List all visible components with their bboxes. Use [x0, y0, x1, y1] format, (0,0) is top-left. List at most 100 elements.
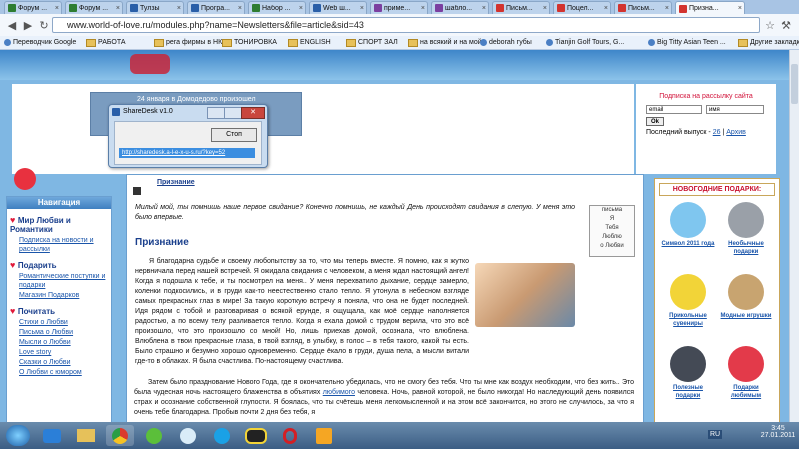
- tab-close-icon[interactable]: ×: [543, 5, 547, 12]
- bookmark[interactable]: Другие закладки: [738, 36, 799, 49]
- gadget-icon: [670, 346, 706, 382]
- tab-close-icon[interactable]: ×: [738, 5, 742, 12]
- bookmark[interactable]: Big Titty Asian Teen ...: [648, 36, 726, 49]
- gift-item[interactable]: Необычные подарки: [719, 202, 773, 256]
- tab[interactable]: Тулзы ×: [126, 1, 184, 14]
- reload-icon[interactable]: ↻: [36, 17, 52, 33]
- nav-link[interactable]: Мысли о Любви: [7, 337, 111, 347]
- bookmark[interactable]: ENGLISH: [288, 36, 331, 49]
- clock[interactable]: 3:45 27.01.2011: [760, 425, 796, 439]
- news-banner-text: 24 января в Домодедово произошел: [137, 96, 256, 103]
- tab[interactable]: Письм... ×: [492, 1, 550, 14]
- bookmark[interactable]: СПОРТ ЗАЛ: [346, 36, 398, 49]
- tab-close-icon[interactable]: ×: [665, 5, 669, 12]
- gift-label: Необычные подарки: [728, 241, 764, 255]
- address-url: www.world-of-love.ru/modules.php?name=Ne…: [67, 20, 364, 30]
- forward-icon[interactable]: ▶: [20, 17, 36, 33]
- couple-photo: [475, 263, 575, 327]
- archive-link[interactable]: Архив: [726, 129, 746, 136]
- nav-link[interactable]: Письма о Любви: [7, 327, 111, 337]
- tab-close-icon[interactable]: ×: [360, 5, 364, 12]
- tab-close-icon[interactable]: ×: [482, 5, 486, 12]
- address-bar[interactable]: www.world-of-love.ru/modules.php?name=Ne…: [52, 17, 760, 33]
- star-icon[interactable]: ☆: [762, 17, 778, 33]
- tab[interactable]: Web ш... ×: [309, 1, 367, 14]
- breadcrumb[interactable]: Признание: [157, 179, 195, 186]
- nav-link[interactable]: Романтические поступки и подарки: [7, 271, 111, 290]
- tab[interactable]: шабло... ×: [431, 1, 489, 14]
- maximize-button[interactable]: [224, 107, 242, 119]
- folder-icon: [222, 38, 232, 47]
- tab-close-icon[interactable]: ×: [177, 5, 181, 12]
- minimize-button[interactable]: [207, 107, 225, 119]
- bookmark-label: Другие закладки: [750, 39, 799, 46]
- gift-item[interactable]: Подарки любимым: [719, 346, 773, 400]
- gift-item[interactable]: Модные игрушки: [719, 274, 773, 320]
- nav-link[interactable]: Love story: [7, 347, 111, 357]
- gift-item[interactable]: Полезные подарки: [661, 346, 715, 400]
- start-button[interactable]: [6, 425, 30, 446]
- opera-icon[interactable]: [276, 425, 304, 446]
- back-icon[interactable]: ◀: [4, 17, 20, 33]
- nav-link[interactable]: О Любви с юмором: [7, 367, 111, 377]
- heart-icon: ♥: [10, 260, 18, 270]
- bookmark[interactable]: deborah губы: [480, 36, 532, 49]
- nav-link[interactable]: Сказки о Любви: [7, 357, 111, 367]
- tab-close-icon[interactable]: ×: [299, 5, 303, 12]
- tab-close-icon[interactable]: ×: [116, 5, 120, 12]
- last-issue-link[interactable]: 26: [713, 129, 721, 136]
- sharedesk-link[interactable]: http://sharedesk.a-l-e-x-u-s.ru/?key=52: [119, 148, 255, 158]
- tab[interactable]: Програ... ×: [187, 1, 245, 14]
- tab[interactable]: Письм... ×: [614, 1, 672, 14]
- gift-item[interactable]: Прикольные сувениры: [661, 274, 715, 328]
- nav-link[interactable]: Подписка на новости и рассылки: [7, 235, 111, 254]
- nav-link[interactable]: Стихи о Любви: [7, 317, 111, 327]
- paint-icon[interactable]: [310, 425, 338, 446]
- nav-section-title[interactable]: Почитать: [18, 307, 55, 316]
- bookmark[interactable]: на всякий и на мой: [408, 36, 482, 49]
- skype-icon[interactable]: [208, 425, 236, 446]
- tab[interactable]: Форум ... ×: [65, 1, 123, 14]
- tab[interactable]: Набор ... ×: [248, 1, 306, 14]
- tab[interactable]: Поцел... ×: [553, 1, 611, 14]
- favicon-icon: [557, 4, 565, 12]
- tab-close-icon[interactable]: ×: [421, 5, 425, 12]
- article-heading: Признание: [135, 237, 189, 248]
- tab[interactable]: Форум ... ×: [4, 1, 62, 14]
- tab[interactable]: Призна... ×: [675, 1, 745, 14]
- tab-close-icon[interactable]: ×: [55, 5, 59, 12]
- chrome-icon[interactable]: [106, 425, 134, 446]
- close-button[interactable]: ✕: [241, 107, 265, 119]
- tab-close-icon[interactable]: ×: [604, 5, 608, 12]
- batman-icon[interactable]: [242, 425, 270, 446]
- tab[interactable]: приме... ×: [370, 1, 428, 14]
- stop-button[interactable]: Стоп: [211, 128, 257, 142]
- wrench-icon[interactable]: ⚒: [778, 17, 794, 33]
- explorer-icon[interactable]: [38, 425, 66, 446]
- nav-section-title[interactable]: Мир Любви и Романтики: [10, 216, 71, 234]
- bookmark[interactable]: Tianjin Golf Tours, G...: [546, 36, 624, 49]
- name-field[interactable]: имя: [706, 105, 764, 114]
- sharedesk-title: ShareDesk v1.0: [123, 108, 173, 115]
- scrollbar[interactable]: [789, 50, 799, 422]
- folder-icon[interactable]: [72, 425, 100, 446]
- gift-label: Символ 2011 года: [661, 241, 715, 247]
- bookmark[interactable]: Переводчик Google: [4, 36, 76, 49]
- bookmark[interactable]: РАБОТА: [86, 36, 126, 49]
- gift-label: Полезные подарки: [673, 385, 703, 399]
- tab-label: Тулзы: [140, 4, 160, 12]
- email-field[interactable]: email: [646, 105, 702, 114]
- ok-button[interactable]: Ok: [646, 117, 664, 126]
- language-indicator[interactable]: RU: [708, 430, 723, 439]
- bookmark[interactable]: ТОНИРОВКА: [222, 36, 277, 49]
- nav-section: ♥ Мир Любви и Романтики: [7, 209, 111, 235]
- gift-item[interactable]: Символ 2011 года: [661, 202, 715, 248]
- beloved-link[interactable]: любимого: [323, 389, 355, 396]
- mail-icon[interactable]: [174, 425, 202, 446]
- tab-close-icon[interactable]: ×: [238, 5, 242, 12]
- nav-link[interactable]: Магазин Подарков: [7, 290, 111, 300]
- icq-icon[interactable]: [140, 425, 168, 446]
- scrollbar-thumb[interactable]: [791, 64, 798, 104]
- bookmark[interactable]: рега фирмы в НК: [154, 36, 222, 49]
- nav-section-title[interactable]: Подарить: [18, 261, 57, 270]
